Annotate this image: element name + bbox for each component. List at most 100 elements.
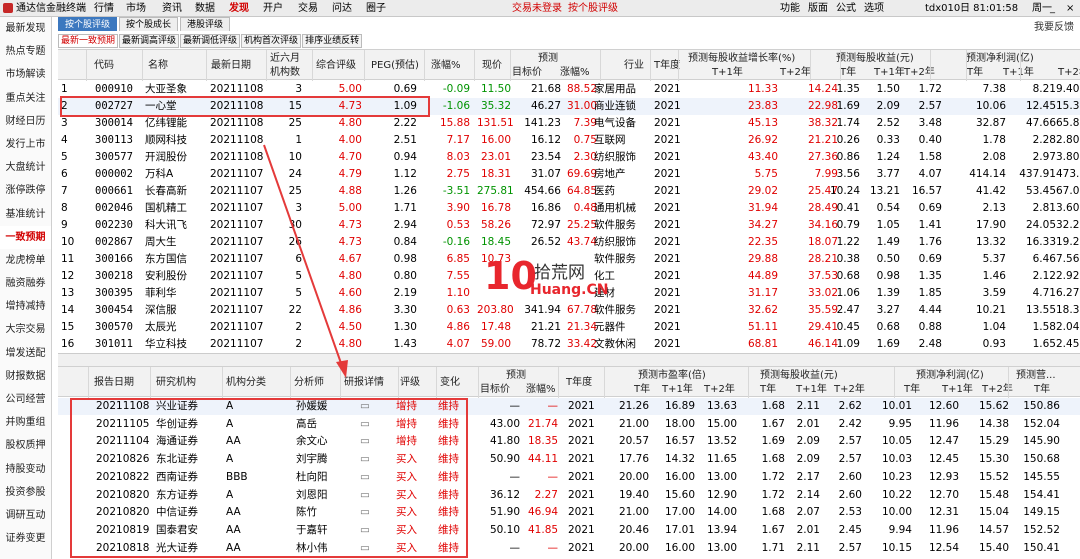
cell: 4 xyxy=(61,134,68,146)
sidebar-item[interactable]: 大宗交易 xyxy=(0,318,51,341)
cell: 10.01 xyxy=(881,400,912,412)
table-row[interactable]: 15 300570 太辰光 20211107 2 4.50 1.30 4.86 17.48 21.… xyxy=(58,319,1080,336)
cell: 2021 xyxy=(568,541,595,554)
header-pe: 预测市盈率(倍) xyxy=(638,370,706,381)
menu-item-gongshi[interactable]: 公式 xyxy=(836,2,856,15)
cell: 14.57 xyxy=(978,523,1009,536)
sidebar-item[interactable]: 发行上市 xyxy=(0,133,51,156)
sidebar-item[interactable]: 增发送配 xyxy=(0,342,51,365)
tab-stock-growth[interactable]: 按个股成长 xyxy=(119,17,179,31)
menu-item-hangqing[interactable]: 行情 xyxy=(94,2,114,15)
sidebar-item[interactable]: 龙虎榜单 xyxy=(0,249,51,272)
cell: 科大讯飞 xyxy=(145,219,187,231)
sidebar-item[interactable]: 公司经营 xyxy=(0,388,51,411)
tab-reversal[interactable]: 排序业绩反转 xyxy=(302,34,363,48)
menu-item-shuju[interactable]: 数据 xyxy=(195,2,215,15)
cell: 46.27 xyxy=(530,100,561,112)
header-analyst: 分析师 xyxy=(294,377,324,388)
sidebar-item[interactable]: 基准统计 xyxy=(0,203,51,226)
cell: 300395 xyxy=(95,287,133,299)
sidebar-item[interactable]: 股权质押 xyxy=(0,434,51,457)
cell: 2.51 xyxy=(393,134,417,146)
cell: 68.81 xyxy=(747,338,778,350)
menu-item-shichang[interactable]: 市场 xyxy=(126,2,146,15)
cell: 43.40 xyxy=(747,151,778,163)
cell: 2021 xyxy=(654,338,681,350)
close-icon[interactable]: × xyxy=(1066,2,1074,15)
menu-item-xuanxiang[interactable]: 选项 xyxy=(864,2,884,15)
cell: — xyxy=(547,541,559,554)
sidebar-item[interactable]: 增持减持 xyxy=(0,295,51,318)
sidebar-item[interactable]: 调研互动 xyxy=(0,504,51,527)
cell: 16.86 xyxy=(530,202,561,214)
table-row[interactable]: 4 300113 顺网科技 20211108 1 4.00 2.51 7.17 16.00 16.… xyxy=(58,132,1080,149)
cell: 14.38 xyxy=(978,417,1009,430)
cell: 开润股份 xyxy=(145,151,187,163)
menu-item-jiaoyi[interactable]: 交易 xyxy=(298,2,318,15)
table-row[interactable]: 8 002046 国机精工 20211107 3 5.00 1.71 3.90 16.78 16.… xyxy=(58,200,1080,217)
header-t0: T年 xyxy=(1034,384,1051,395)
sidebar-item[interactable]: 重点关注 xyxy=(0,87,51,110)
sidebar-item[interactable]: 一致预期 xyxy=(0,225,51,249)
menu-item-kaihu[interactable]: 开户 xyxy=(263,2,283,15)
tab-hk-rating[interactable]: 港股评级 xyxy=(180,17,231,31)
cell: 2.09 xyxy=(876,100,900,112)
menu-item-wenda[interactable]: 问达 xyxy=(332,2,352,15)
panel-divider[interactable] xyxy=(58,353,1080,366)
menu-item-gongneng[interactable]: 功能 xyxy=(780,2,800,15)
app-title: 通达信金融终端 xyxy=(16,3,86,14)
cell: 300577 xyxy=(95,151,133,163)
column-divider xyxy=(600,50,601,81)
cell: 3.30 xyxy=(393,304,417,316)
sidebar-item[interactable]: 市场解读 xyxy=(0,63,51,86)
table-row[interactable]: 3 300014 亿纬锂能 20211108 25 4.80 2.22 15.88 131.51… xyxy=(58,115,1080,132)
sidebar-item[interactable]: 融资融券 xyxy=(0,272,51,295)
menu-item-zixun[interactable]: 资讯 xyxy=(162,2,182,15)
cell: 67.06 xyxy=(1056,185,1080,197)
menu-item-quanzi[interactable]: 圈子 xyxy=(366,2,386,15)
minimize-icon[interactable]: _ xyxy=(1050,2,1055,15)
cell: 7.39 xyxy=(573,117,597,129)
table-row[interactable]: 9 002230 科大讯飞 20211107 30 4.73 2.94 0.53 58.26 72… xyxy=(58,217,1080,234)
cell: 301011 xyxy=(95,338,133,350)
cell: 纺织服饰 xyxy=(594,236,636,248)
table-row[interactable]: 6 000002 万科A 20211107 24 4.79 1.12 2.75 18.31 31.… xyxy=(58,166,1080,183)
cell: 4.80 xyxy=(338,270,362,282)
sidebar-item[interactable]: 持股变动 xyxy=(0,458,51,481)
table-row[interactable]: 10 002867 周大生 20211107 26 4.73 0.84 -0.16 18.45 2… xyxy=(58,234,1080,251)
cell: 顺网科技 xyxy=(145,134,187,146)
menu-item-banmian[interactable]: 版面 xyxy=(808,2,828,15)
sidebar-item[interactable]: 热点专题 xyxy=(0,40,51,63)
feedback-link[interactable]: 我要反馈 xyxy=(1034,18,1074,33)
sidebar-item[interactable]: 财经日历 xyxy=(0,110,51,133)
trade-status[interactable]: 交易未登录 xyxy=(512,2,562,15)
header-name: 名称 xyxy=(148,60,168,71)
cell: 4.86 xyxy=(446,321,470,333)
cell: 房地产 xyxy=(594,168,626,180)
sidebar-item[interactable]: 并购重组 xyxy=(0,411,51,434)
cell: 4.80 xyxy=(338,117,362,129)
cell: 17.01 xyxy=(664,523,695,536)
menu-item-faxian[interactable]: 发现 xyxy=(229,2,249,15)
cell: 43.00 xyxy=(489,417,520,430)
cell: 20211107 xyxy=(210,270,264,282)
table-row[interactable]: 7 000661 长春高新 20211107 25 4.88 1.26 -3.51 275.81… xyxy=(58,183,1080,200)
tab-first-rating[interactable]: 机构首次评级 xyxy=(241,34,302,48)
sidebar-item[interactable]: 大盘统计 xyxy=(0,156,51,179)
sidebar-item[interactable]: 财报数据 xyxy=(0,365,51,388)
sidebar-item[interactable]: 涨停跌停 xyxy=(0,179,51,202)
table-row[interactable]: 5 300577 开润股份 20211108 10 4.70 0.94 8.03 23.01 23… xyxy=(58,149,1080,166)
cell: 2021 xyxy=(568,523,595,536)
sidebar-item[interactable]: 证券变更 xyxy=(0,527,51,550)
sidebar-item[interactable]: 投资参股 xyxy=(0,481,51,504)
tab-downgrade[interactable]: 最新调低评级 xyxy=(180,34,241,48)
table-row[interactable]: 16 301011 华立科技 20211107 2 4.80 1.43 4.07 59.00 78… xyxy=(58,336,1080,353)
cell: 10.21 xyxy=(975,304,1006,316)
cell: 7.56 xyxy=(1056,253,1080,265)
tab-upgrade[interactable]: 最新调高评级 xyxy=(119,34,180,48)
header-t1: T+1年 xyxy=(1003,67,1034,78)
sidebar-item[interactable]: 最新发现 xyxy=(0,17,51,40)
tab-stock-rating[interactable]: 按个股评级 xyxy=(58,17,118,31)
cell: 2.80 xyxy=(1056,134,1080,146)
tab-latest-consensus[interactable]: 最新一致预期 xyxy=(58,34,119,48)
